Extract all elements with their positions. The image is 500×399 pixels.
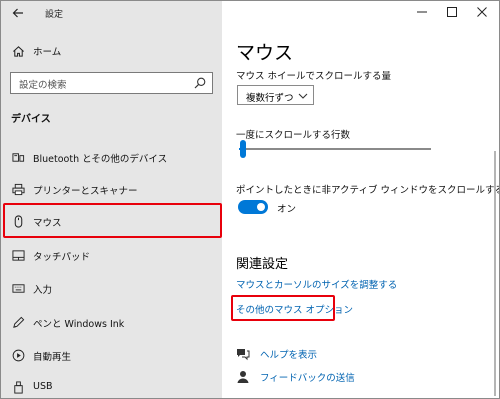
- minimize-icon: [417, 11, 427, 13]
- sidebar-item-usb[interactable]: USB: [1, 371, 222, 398]
- sidebar-item-label: ペンと Windows Ink: [33, 319, 125, 330]
- maximize-icon: [447, 7, 457, 17]
- section-title-devices: デバイス: [11, 114, 51, 125]
- page-title: マウス: [236, 42, 294, 64]
- close-button[interactable]: [471, 4, 493, 20]
- keyboard-icon: [11, 281, 25, 295]
- sidebar-item-label: マウス: [33, 218, 62, 229]
- toggle-knob: [257, 203, 265, 211]
- scrollbar[interactable]: [494, 151, 496, 396]
- sidebar-item-label: USB: [33, 381, 53, 392]
- inactive-scroll-toggle[interactable]: [238, 200, 268, 214]
- mouse-icon: [11, 214, 25, 228]
- related-settings-title: 関連設定: [236, 257, 289, 272]
- sidebar-item-mouse[interactable]: マウス: [1, 205, 222, 237]
- back-arrow-icon: [12, 8, 23, 18]
- sidebar-item-printers[interactable]: プリンターとスキャナー: [1, 173, 222, 205]
- help-row[interactable]: ヘルプを表示: [236, 345, 436, 363]
- minimize-button[interactable]: [411, 4, 433, 20]
- touchpad-icon: [11, 248, 25, 262]
- autoplay-icon: [11, 348, 25, 362]
- pen-icon: [11, 315, 25, 329]
- close-icon: [477, 7, 487, 17]
- back-button[interactable]: [7, 3, 29, 23]
- lines-scroll-label: 一度にスクロールする行数: [236, 130, 351, 141]
- feedback-row[interactable]: フィードバックの送信: [236, 368, 436, 386]
- link-other-mouse-options[interactable]: その他のマウス オプション: [236, 302, 353, 316]
- feedback-link[interactable]: フィードバックの送信: [260, 370, 355, 384]
- sidebar-item-label: 入力: [33, 285, 53, 296]
- lines-slider-thumb[interactable]: [239, 140, 246, 158]
- sidebar-item-pen[interactable]: ペンと Windows Ink: [1, 306, 222, 338]
- sidebar-item-autoplay[interactable]: 自動再生: [1, 339, 222, 371]
- sidebar-item-input[interactable]: 入力: [1, 272, 222, 304]
- sidebar-home[interactable]: ホーム: [1, 39, 222, 63]
- search-input[interactable]: 設定の検索: [10, 72, 213, 94]
- toggle-state-label: オン: [277, 204, 297, 215]
- sidebar-item-label: 自動再生: [33, 352, 72, 363]
- main-content: マウス マウス ホイールでスクロールする量 複数行ずつ 一度にスクロールする行数…: [222, 1, 500, 398]
- sidebar-item-bluetooth[interactable]: Bluetooth とその他のデバイス: [1, 141, 222, 173]
- wheel-scroll-label: マウス ホイールでスクロールする量: [236, 71, 392, 82]
- home-label: ホーム: [33, 47, 62, 58]
- lines-slider-track[interactable]: [239, 148, 431, 150]
- sidebar-item-label: タッチパッド: [33, 252, 91, 263]
- dropdown-value: 複数行ずつ: [246, 93, 294, 104]
- search-placeholder: 設定の検索: [19, 80, 67, 91]
- wheel-scroll-dropdown[interactable]: 複数行ずつ: [237, 85, 314, 105]
- help-link[interactable]: ヘルプを表示: [260, 347, 317, 361]
- bluetooth-devices-icon: [11, 150, 25, 164]
- maximize-button[interactable]: [441, 4, 463, 20]
- printer-icon: [11, 182, 25, 196]
- chevron-down-icon: [298, 93, 308, 99]
- search-icon: [194, 77, 206, 89]
- help-icon: [237, 349, 250, 361]
- usb-icon: [11, 380, 25, 394]
- sidebar-item-touchpad[interactable]: タッチパッド: [1, 239, 222, 271]
- feedback-icon: [237, 371, 249, 383]
- app-title: 設定: [45, 10, 64, 20]
- sidebar: 設定 ホーム 設定の検索 デバイス Bluetooth とその他のデバイス プリ…: [1, 1, 222, 398]
- link-cursor-size[interactable]: マウスとカーソルのサイズを調整する: [236, 277, 397, 291]
- sidebar-item-label: プリンターとスキャナー: [33, 186, 138, 197]
- inactive-scroll-label: ポイントしたときに非アクティブ ウィンドウをスクロールする: [236, 185, 500, 196]
- home-icon: [11, 44, 25, 58]
- sidebar-item-label: Bluetooth とその他のデバイス: [33, 154, 168, 165]
- settings-window: 設定 ホーム 設定の検索 デバイス Bluetooth とその他のデバイス プリ…: [0, 0, 500, 399]
